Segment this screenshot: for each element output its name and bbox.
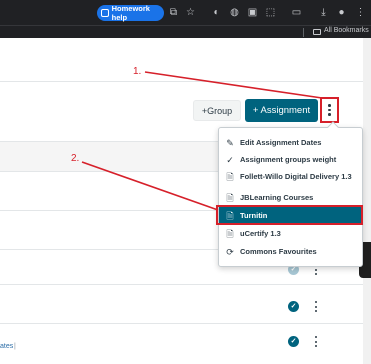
annotation-arrow-1 bbox=[144, 71, 323, 99]
annotation-arrow-2 bbox=[81, 161, 219, 211]
annotation-arrows bbox=[81, 71, 323, 211]
